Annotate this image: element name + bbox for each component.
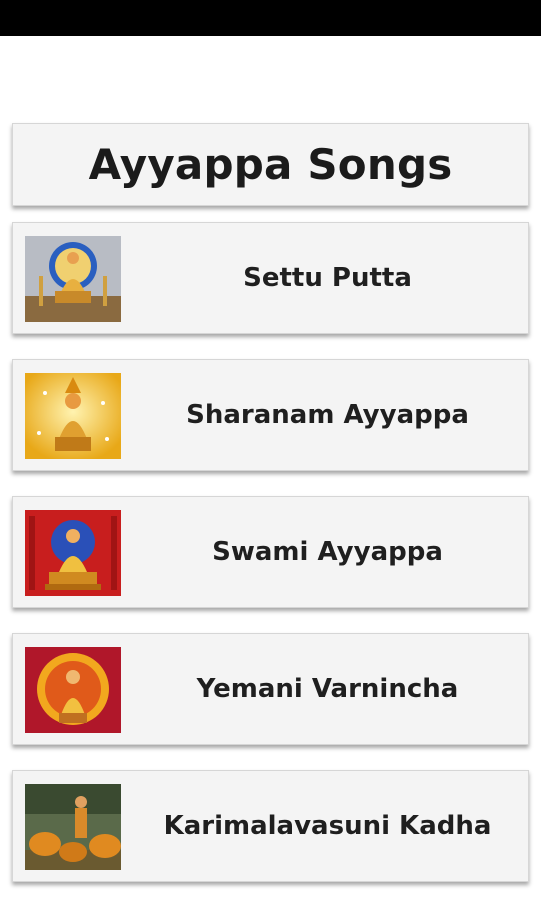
status-bar: [0, 0, 541, 36]
song-item-karimalavasuni-kadha[interactable]: Karimalavasuni Kadha: [12, 770, 529, 882]
song-label: Yemani Varnincha: [196, 674, 459, 704]
deity-portrait-icon: [25, 236, 121, 322]
song-item-yemani-varnincha[interactable]: Yemani Varnincha: [12, 633, 529, 745]
song-item-settu-putta[interactable]: Settu Putta: [12, 222, 529, 334]
song-label: Swami Ayyappa: [212, 537, 443, 567]
title-card: Ayyappa Songs: [12, 123, 529, 206]
deity-portrait-icon: [25, 373, 121, 459]
page-title: Ayyappa Songs: [88, 140, 453, 189]
song-label: Karimalavasuni Kadha: [163, 811, 492, 841]
deity-portrait-icon: [25, 510, 121, 596]
song-item-sharanam-ayyappa[interactable]: Sharanam Ayyappa: [12, 359, 529, 471]
deity-portrait-icon: [25, 647, 121, 733]
song-label: Sharanam Ayyappa: [186, 400, 469, 430]
song-item-swami-ayyappa[interactable]: Swami Ayyappa: [12, 496, 529, 608]
deity-with-tigers-icon: [25, 784, 121, 870]
song-label: Settu Putta: [243, 263, 412, 293]
